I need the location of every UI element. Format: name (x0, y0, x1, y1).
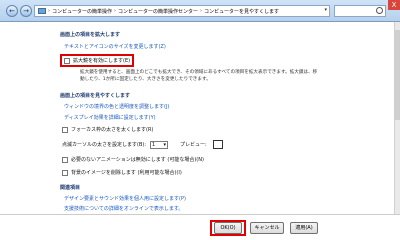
change-text-size-link[interactable]: テキストとアイコンのサイズを変更します(Z) (64, 43, 166, 50)
settings-content: 画面上の項目を拡大します テキストとアイコンのサイズを変更します(Z) 拡大鏡を… (0, 22, 394, 214)
animations-row[interactable]: 必要のないアニメーションは無効にします (可能な場合)(N) (62, 156, 204, 163)
forward-button[interactable]: → (20, 5, 32, 17)
vertical-scrollbar[interactable] (394, 22, 400, 214)
preview-label: プレビュー: (180, 142, 207, 148)
chevron-down-icon[interactable]: ▾ (324, 7, 327, 13)
apply-button[interactable]: 適用(A) (290, 222, 318, 234)
visibility-section-title: 画面上の項目を見やすくします (60, 93, 131, 99)
background-images-row[interactable]: 背景のイメージを削除します (利用可能な場合)(I) (62, 169, 182, 176)
back-arrow-icon: ← (9, 7, 15, 15)
forward-arrow-icon: → (23, 7, 29, 15)
control-panel-icon (38, 8, 46, 14)
scrollbar-thumb[interactable] (395, 30, 400, 120)
ok-button[interactable]: OK(O) (214, 222, 242, 234)
magnify-section-title: 画面上の項目を拡大します (60, 32, 121, 38)
cursor-preview (212, 140, 223, 149)
focus-rectangle-label[interactable]: フォーカス枠の太さを太くします(R) (71, 126, 153, 133)
breadcrumb-ease-of-access-center[interactable]: コンピューターの簡単操作センター (118, 8, 198, 15)
magnifier-checkbox-row[interactable]: 拡大鏡を有効にします(E) (60, 54, 135, 67)
cursor-thickness-select[interactable]: 1 ▾ (150, 140, 169, 149)
close-button[interactable]: X (388, 0, 400, 10)
close-icon: X (391, 1, 397, 9)
personalize-link[interactable]: デザイン要素とサウンド効果を個人用に設定します(P) (64, 195, 186, 202)
magnifier-checkbox[interactable] (64, 57, 70, 64)
window-border-color-link[interactable]: ウィンドウの境界の色と透明度を調整します(J) (64, 103, 169, 110)
assistive-tech-link[interactable]: 支援技術についての詳細をオンラインで表示します。 (64, 205, 183, 212)
chevron-right-icon: › (48, 8, 50, 14)
search-input[interactable] (334, 5, 386, 17)
navigation-bar: ← → › コンピューターの簡単操作 › コンピューターの簡単操作センター › … (0, 0, 400, 22)
cursor-thickness-row: 点滅カーソルの太さを設定します(B): 1 ▾ プレビュー: (62, 140, 223, 149)
breadcrumb-ease-of-access[interactable]: コンピューターの簡単操作 (52, 8, 112, 15)
chevron-down-icon: ▾ (163, 141, 167, 148)
cursor-thickness-value: 1 (152, 141, 156, 148)
button-bar: OK(O) キャンセル 適用(A) (0, 214, 400, 240)
animations-checkbox[interactable] (62, 156, 68, 163)
focus-rectangle-checkbox[interactable] (62, 126, 68, 133)
chevron-right-icon: › (114, 8, 117, 14)
background-images-checkbox[interactable] (62, 169, 68, 176)
magnifier-checkbox-label[interactable]: 拡大鏡を有効にします(E) (73, 57, 130, 64)
search-icon[interactable] (376, 7, 383, 14)
breadcrumb-make-easier-to-see[interactable]: コンピューターを見やすくします (204, 8, 279, 15)
chevron-right-icon: › (200, 8, 203, 14)
focus-rectangle-row[interactable]: フォーカス枠の太さを太くします(R) (62, 126, 153, 133)
cursor-thickness-label: 点滅カーソルの太さを設定します(B): (62, 142, 147, 148)
magnifier-description: 拡大鏡を使用すると、画面上のどこでも拡大でき、その領域にあるすべての項目を拡大表… (80, 70, 318, 82)
back-button[interactable]: ← (6, 5, 18, 17)
related-section-title: 関連項目 (60, 185, 81, 191)
background-images-label[interactable]: 背景のイメージを削除します (利用可能な場合)(I) (71, 169, 182, 176)
cancel-button[interactable]: キャンセル (250, 222, 284, 234)
display-effects-link[interactable]: ディスプレイ効果を詳細に設定します(Y) (64, 114, 156, 121)
address-bar[interactable]: › コンピューターの簡単操作 › コンピューターの簡単操作センター › コンピュ… (34, 5, 330, 17)
animations-label[interactable]: 必要のないアニメーションは無効にします (可能な場合)(N) (71, 156, 204, 163)
